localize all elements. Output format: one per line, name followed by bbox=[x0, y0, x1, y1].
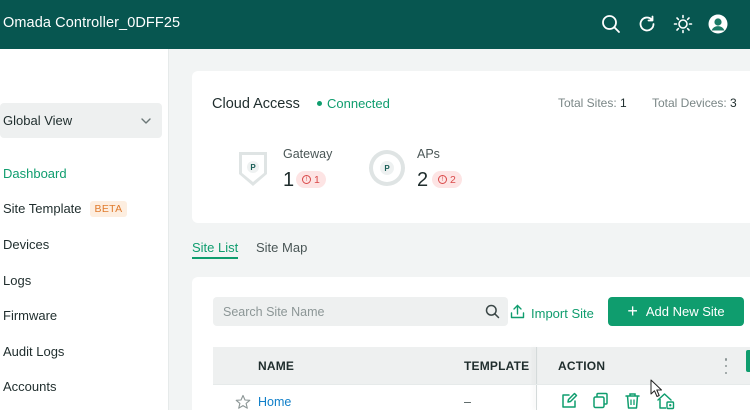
site-name-link[interactable]: Home bbox=[258, 395, 291, 409]
refresh-icon[interactable] bbox=[636, 13, 658, 35]
active-tab-indicator bbox=[192, 257, 238, 259]
mouse-cursor-icon bbox=[650, 379, 664, 404]
column-header-name[interactable]: NAME bbox=[258, 359, 294, 373]
theme-toggle-icon[interactable] bbox=[672, 13, 694, 35]
column-header-action: ACTION bbox=[558, 359, 605, 373]
column-settings-icon[interactable] bbox=[722, 358, 730, 374]
global-view-selector[interactable]: Global View bbox=[0, 103, 162, 138]
plus-icon: + bbox=[627, 302, 638, 320]
sidebar-item-dashboard[interactable]: Dashboard bbox=[3, 166, 67, 181]
total-devices-label: Total Devices: bbox=[652, 96, 727, 110]
import-site-button[interactable]: Import Site bbox=[510, 304, 594, 322]
aps-label: APs bbox=[417, 147, 440, 161]
global-view-label: Global View bbox=[3, 113, 72, 128]
top-bar: Omada Controller_0DFF25 bbox=[0, 0, 750, 49]
sidebar-item-devices[interactable]: Devices bbox=[3, 237, 49, 252]
alert-icon: ! bbox=[438, 175, 447, 184]
app-title: Omada Controller_0DFF25 bbox=[3, 15, 180, 31]
total-sites-label: Total Sites: bbox=[558, 96, 617, 110]
tab-site-list[interactable]: Site List bbox=[192, 240, 238, 255]
gateway-device-icon: P bbox=[236, 148, 270, 193]
aps-alert-count: 2 bbox=[450, 174, 456, 186]
sidebar: Global View Dashboard Site TemplateBETA … bbox=[0, 49, 169, 410]
delete-icon[interactable] bbox=[624, 392, 641, 410]
search-icon[interactable] bbox=[600, 13, 622, 35]
total-sites-value: 1 bbox=[620, 96, 627, 110]
upload-icon bbox=[510, 304, 525, 322]
sidebar-item-label: Site Template bbox=[3, 201, 82, 216]
add-new-site-label: Add New Site bbox=[646, 304, 725, 319]
favorite-star-icon[interactable] bbox=[235, 394, 251, 410]
user-avatar-icon[interactable] bbox=[707, 13, 729, 35]
beta-badge: BETA bbox=[90, 201, 128, 217]
sidebar-item-logs[interactable]: Logs bbox=[3, 273, 31, 288]
site-template-value: – bbox=[464, 395, 471, 409]
access-point-icon: P bbox=[368, 149, 406, 192]
aps-alert-badge[interactable]: ! 2 bbox=[432, 171, 462, 188]
svg-text:P: P bbox=[384, 164, 390, 173]
gateway-alert-badge[interactable]: ! 1 bbox=[296, 171, 326, 188]
connection-status: Connected bbox=[327, 96, 390, 111]
total-devices-value: 3 bbox=[730, 96, 737, 110]
tab-site-map[interactable]: Site Map bbox=[256, 240, 307, 255]
sidebar-item-accounts[interactable]: Accounts bbox=[3, 379, 56, 394]
aps-count: 2 bbox=[417, 169, 428, 192]
action-column-divider bbox=[536, 347, 537, 410]
chevron-down-icon bbox=[140, 114, 152, 132]
cloud-access-card: Cloud Access Connected Total Sites: 1 To… bbox=[192, 71, 750, 223]
sidebar-item-firmware[interactable]: Firmware bbox=[3, 308, 57, 323]
sidebar-item-audit-logs[interactable]: Audit Logs bbox=[3, 344, 64, 359]
gateway-alert-count: 1 bbox=[314, 174, 320, 186]
total-devices: Total Devices: 3 bbox=[652, 96, 737, 110]
import-site-label: Import Site bbox=[531, 306, 594, 321]
total-sites: Total Sites: 1 bbox=[558, 96, 627, 110]
search-site-input[interactable] bbox=[213, 297, 508, 326]
edit-icon[interactable] bbox=[561, 392, 578, 410]
table-row-divider bbox=[213, 384, 750, 385]
sidebar-item-site-template[interactable]: Site Template BETA bbox=[3, 201, 127, 217]
cloud-access-title: Cloud Access bbox=[212, 96, 300, 112]
copy-icon[interactable] bbox=[592, 392, 609, 410]
status-dot bbox=[317, 101, 322, 106]
column-header-template[interactable]: TEMPLATE bbox=[464, 359, 529, 373]
search-icon[interactable] bbox=[485, 304, 500, 324]
add-new-site-button[interactable]: + Add New Site bbox=[608, 297, 744, 326]
gateway-label: Gateway bbox=[283, 147, 332, 161]
gateway-count: 1 bbox=[283, 169, 294, 192]
side-panel-tab[interactable] bbox=[746, 350, 750, 372]
alert-icon: ! bbox=[302, 175, 311, 184]
svg-text:P: P bbox=[250, 163, 256, 172]
